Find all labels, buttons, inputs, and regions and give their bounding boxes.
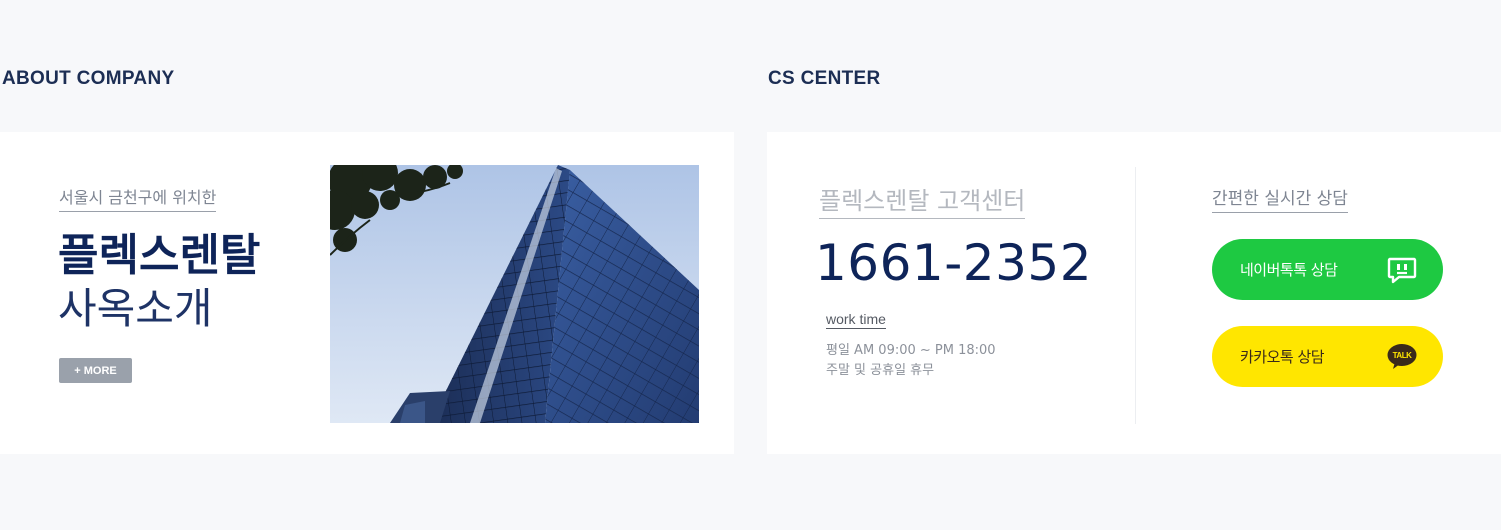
kakao-talk-icon: TALK: [1387, 343, 1417, 371]
cs-divider: [1135, 167, 1136, 424]
work-time-label: work time: [826, 311, 886, 329]
naver-talk-label: 네이버톡톡 상담: [1240, 261, 1338, 279]
work-time-weekday: 평일 AM 09:00 ~ PM 18:00: [826, 343, 996, 358]
kakao-talk-button[interactable]: 카카오톡 상담 TALK: [1212, 326, 1443, 387]
about-company-heading: ABOUT COMPANY: [2, 68, 175, 89]
building-photo: [330, 165, 699, 423]
naver-talk-button[interactable]: 네이버톡톡 상담: [1212, 239, 1443, 300]
chat-subtitle: 간편한 실시간 상담: [1212, 188, 1348, 213]
about-title-intro: 사옥소개: [58, 284, 213, 333]
more-button[interactable]: + MORE: [59, 358, 132, 383]
naver-talk-icon: [1387, 256, 1417, 284]
kakao-icon-text: TALK: [1393, 351, 1412, 360]
cs-center-heading: CS CENTER: [768, 68, 881, 89]
cs-phone-number[interactable]: 1661-2352: [815, 233, 1092, 293]
about-subtitle: 서울시 금천구에 위치한: [59, 188, 217, 212]
cs-subtitle: 플렉스렌탈 고객센터: [819, 186, 1026, 219]
kakao-talk-label: 카카오톡 상담: [1240, 348, 1325, 366]
about-title-company: 플렉스렌탈: [58, 230, 261, 281]
work-time-weekend: 주말 및 공휴일 휴무: [826, 363, 935, 378]
